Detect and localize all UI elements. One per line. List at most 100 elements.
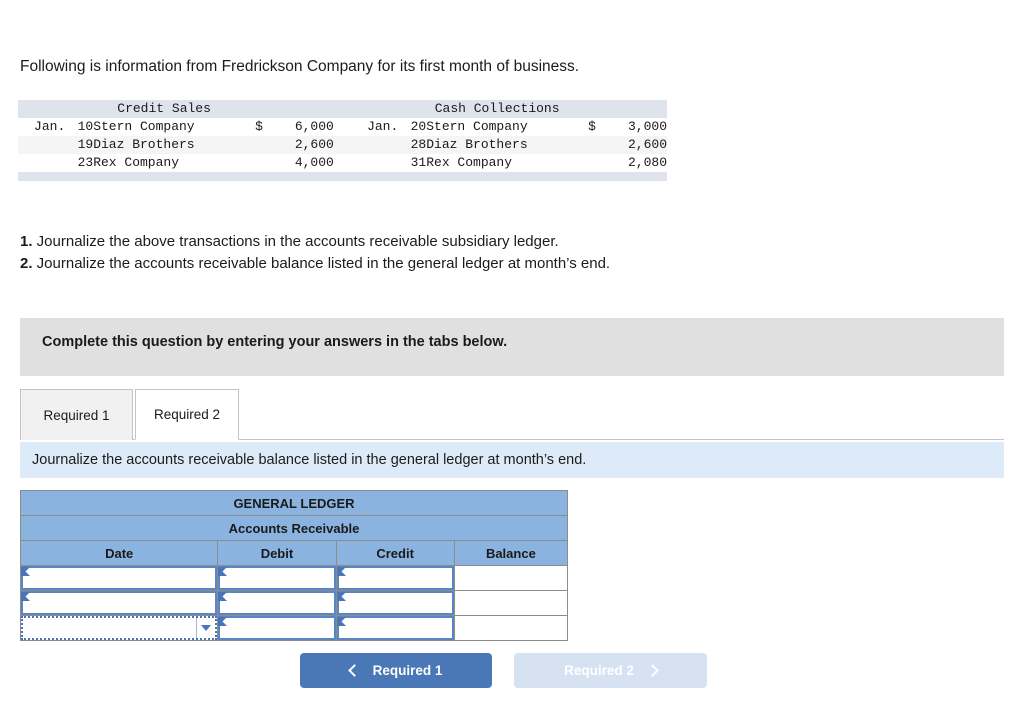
credit-cell[interactable] [335, 565, 455, 591]
gap [334, 154, 351, 172]
fact-table-row: 23 Rex Company 4,000 31 Rex Company 2,080 [18, 154, 667, 172]
credit-name: Stern Company [93, 119, 195, 134]
spacer-cell [263, 100, 334, 118]
chevron-right-icon [646, 664, 659, 677]
credit-input[interactable] [336, 566, 454, 590]
balance-cell [453, 615, 569, 641]
source-data-table: Credit Sales Cash Collections Jan. 10 Ster… [18, 100, 667, 181]
spacer-cell [235, 100, 263, 118]
cash-name: Diaz Brothers [426, 137, 528, 152]
requirement-banner: Journalize the accounts receivable balan… [20, 442, 1004, 478]
cash-amount: 2,080 [627, 155, 667, 170]
credit-currency [235, 154, 263, 172]
cash-month: Jan. [367, 119, 399, 134]
requirement-number: 1. [20, 233, 33, 250]
credit-currency [235, 136, 263, 154]
spacer-cell [351, 100, 398, 118]
ledger-column-header-row: Date Debit Credit Balance [19, 540, 569, 566]
requirement-text: Journalize the accounts receivable balan… [32, 255, 611, 272]
prev-required-1-button[interactable]: Required 1 [300, 653, 492, 688]
column-header-credit: Credit [335, 540, 455, 566]
tab-strip: Required 1 Required 2 [20, 388, 1004, 440]
date-cell[interactable] [19, 565, 219, 591]
ledger-row [19, 565, 569, 591]
complete-question-text: Complete this question by entering your … [42, 334, 508, 350]
credit-cell[interactable] [335, 615, 455, 641]
complete-question-panel: Complete this question by entering your … [20, 318, 1004, 376]
spacer-cell [18, 100, 65, 118]
fact-table-row: 19 Diaz Brothers 2,600 28 Diaz Brothers 2,600 [18, 136, 667, 154]
credit-name: Rex Company [93, 155, 180, 170]
date-dropdown-field[interactable] [23, 618, 196, 638]
fact-table-footer-bar [18, 172, 667, 181]
cash-name: Rex Company [426, 155, 513, 170]
date-cell[interactable] [19, 590, 219, 616]
cash-amount: 2,600 [627, 137, 667, 152]
credit-input[interactable] [336, 616, 454, 640]
debit-cell[interactable] [217, 590, 337, 616]
debit-input[interactable] [218, 591, 336, 615]
tab-required-2[interactable]: Required 2 [135, 389, 239, 440]
cash-currency [568, 136, 596, 154]
column-header-debit: Debit [217, 540, 337, 566]
tab-required-1-label: Required 1 [43, 407, 110, 423]
tab-required-1[interactable]: Required 1 [20, 389, 133, 440]
cash-collections-heading: Cash Collections [434, 101, 560, 116]
date-dropdown[interactable] [21, 616, 218, 640]
chevron-left-icon [347, 664, 361, 677]
ledger-subtitle: Accounts Receivable [20, 515, 568, 541]
spacer-cell [398, 100, 426, 118]
cash-day: 28 [410, 137, 427, 152]
debit-cell[interactable] [217, 615, 337, 641]
requirement-number: 2. [20, 255, 33, 272]
fact-table-footer [18, 172, 667, 181]
ledger-row [19, 615, 569, 641]
requirement-banner-text: Journalize the accounts receivable balan… [32, 452, 587, 468]
ledger-title-row: GENERAL LEDGER [20, 490, 568, 516]
ledger-title: GENERAL LEDGER [20, 490, 568, 516]
credit-day: 19 [77, 137, 94, 152]
date-cell-selected[interactable] [19, 615, 219, 641]
general-ledger-table: GENERAL LEDGER Accounts Receivable Date … [19, 490, 569, 641]
credit-month [18, 154, 65, 172]
ledger-subtitle-row: Accounts Receivable [20, 515, 568, 541]
gap [334, 136, 351, 154]
spacer-cell [65, 100, 93, 118]
intro-text: Following is information from Fredrickso… [20, 58, 580, 75]
balance-cell [453, 565, 569, 591]
requirement-item: 1. Journalize the above transactions in … [20, 231, 610, 253]
credit-day: 10 [77, 119, 94, 134]
requirements-list: 1. Journalize the above transactions in … [20, 231, 610, 275]
credit-input[interactable] [336, 591, 454, 615]
requirement-item: 2. Journalize the accounts receivable ba… [20, 253, 610, 275]
spacer-cell [334, 100, 351, 118]
next-required-2-button[interactable]: Required 2 [514, 653, 707, 688]
credit-currency: $ [255, 119, 263, 134]
fact-table-row: Jan. 10 Stern Company $6,000 Jan. 20 Stern Com… [18, 118, 667, 136]
cash-currency: $ [588, 119, 596, 134]
date-input[interactable] [21, 591, 218, 615]
fact-table-header-row: Credit Sales Cash Collections [18, 100, 667, 118]
cash-day: 20 [410, 119, 427, 134]
date-input[interactable] [21, 566, 218, 590]
cash-name: Stern Company [426, 119, 528, 134]
debit-input[interactable] [218, 616, 336, 640]
spacer-cell [596, 100, 667, 118]
debit-input[interactable] [218, 566, 336, 590]
gap [334, 118, 351, 136]
credit-month [18, 136, 65, 154]
prev-button-label: Required 1 [372, 663, 443, 678]
credit-day: 23 [77, 155, 94, 170]
ledger-row [19, 590, 569, 616]
next-button-label: Required 2 [564, 663, 634, 678]
credit-amount: 4,000 [294, 155, 334, 170]
debit-cell[interactable] [217, 565, 337, 591]
chevron-down-icon[interactable] [197, 618, 215, 638]
credit-cell[interactable] [335, 590, 455, 616]
cash-month [351, 154, 398, 172]
spacer-cell [568, 100, 596, 118]
tab-required-2-label: Required 2 [153, 407, 221, 422]
column-header-date: Date [19, 540, 219, 566]
balance-cell [453, 590, 569, 616]
credit-name: Diaz Brothers [93, 137, 195, 152]
